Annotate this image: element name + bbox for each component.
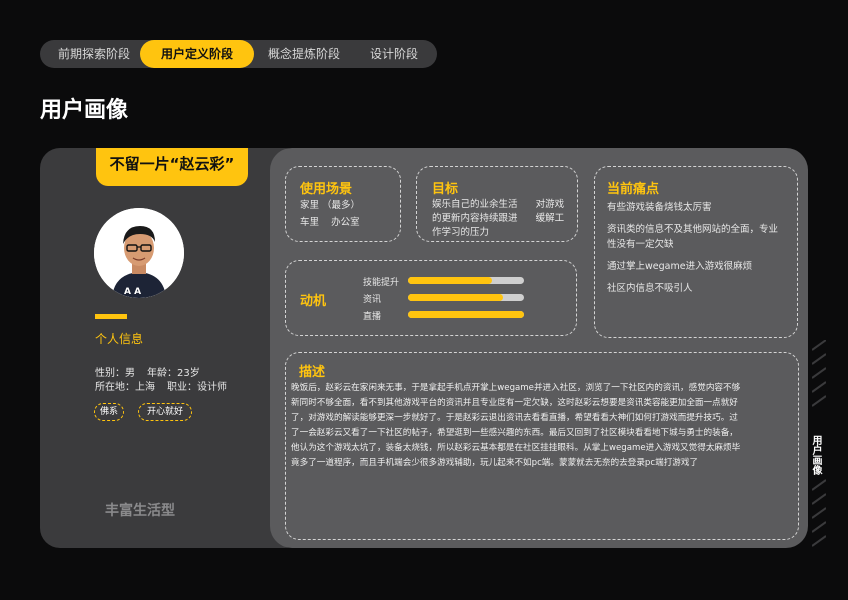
scenario-title: 使用场景 bbox=[300, 182, 353, 197]
tab-phase-concept[interactable]: 概念提炼阶段 bbox=[254, 40, 354, 68]
goal-line: 的更新内容持续跟进 缓解工 bbox=[432, 213, 565, 224]
pain-point-item: 资讯类的信息不及其他网站的全面，专业性没有一定欠缺 bbox=[607, 224, 779, 250]
gender-info: 性别：男 bbox=[95, 368, 135, 379]
description-line: 晚饭后，赵彩云在家闲来无事，于是拿起手机点开掌上wegame并进入社区，浏览了一… bbox=[291, 383, 741, 393]
tab-phase-explore[interactable]: 前期探索阶段 bbox=[48, 40, 140, 68]
description-line: 了一会赵彩云又看了一下社区的帖子，希望逛到一些感兴趣的东西。最后又回到了社区模块… bbox=[291, 428, 738, 438]
description-line: 竟多了一道程序，而且手机端会少很多游戏辅助，玩儿起来不如pc端。蒙蒙就去无奈的去… bbox=[291, 458, 699, 468]
motivation-bar-track bbox=[408, 311, 524, 318]
motivation-bar-track bbox=[408, 294, 524, 301]
motivation-bar-track bbox=[408, 277, 524, 284]
motivation-title: 动机 bbox=[300, 294, 327, 309]
description-line: 了，对游戏的解读能够更深一步就好了。于是赵彩云退出资讯去看看直播，希望看看大神们… bbox=[291, 413, 738, 423]
persona-panel bbox=[40, 148, 305, 548]
motivation-bar-fill bbox=[408, 294, 504, 301]
page-title: 用户画像 bbox=[40, 98, 129, 123]
goal-line: 作学习的压力 bbox=[432, 227, 490, 238]
motivation-bar-fill bbox=[408, 311, 524, 318]
job-info: 职业：设计师 bbox=[167, 382, 227, 393]
personal-info-label: 个人信息 bbox=[95, 332, 144, 346]
svg-text:A A: A A bbox=[124, 287, 141, 297]
age-info: 年龄：23岁 bbox=[147, 368, 200, 379]
motivation-bar-label: 直播 bbox=[363, 312, 382, 322]
pain-points-title: 当前痛点 bbox=[607, 182, 660, 197]
goal-title: 目标 bbox=[432, 182, 459, 197]
scenario-line: 家里 （最多） bbox=[300, 200, 361, 211]
side-tab: 用户画像 bbox=[810, 435, 821, 475]
description-line: 他认为这个游戏太坑了，装备太烧钱，所以赵彩云基本都是在社区挂挂眼科。从掌上weg… bbox=[291, 443, 741, 453]
tab-phase-define[interactable]: 用户定义阶段 bbox=[140, 40, 254, 68]
persona-tag: 开心就好 bbox=[138, 403, 192, 421]
pain-point-item: 有些游戏装备烧钱太厉害 bbox=[607, 202, 712, 213]
location-info: 所在地：上海 bbox=[95, 382, 155, 393]
section-marker bbox=[95, 314, 127, 319]
avatar: A A bbox=[94, 208, 184, 298]
lifestyle-label: 丰富生活型 bbox=[105, 503, 175, 519]
persona-tagline: 不留一片“赵云彩” bbox=[96, 148, 248, 186]
person-photo-icon: A A bbox=[94, 208, 184, 298]
goal-line: 娱乐自己的业余生活 对游戏 bbox=[432, 199, 565, 210]
phase-nav: 前期探索阶段 用户定义阶段 概念提炼阶段 设计阶段 bbox=[40, 40, 437, 68]
persona-tag: 佛系 bbox=[94, 403, 124, 421]
tab-phase-design[interactable]: 设计阶段 bbox=[354, 40, 434, 68]
description-line: 新同时不够全面，看不到其他游戏平台的资讯并且专业度有一定欠缺，这时赵彩云想要是资… bbox=[291, 398, 738, 408]
pain-point-item: 通过掌上wegame进入游戏很麻烦 bbox=[607, 261, 753, 272]
motivation-bar-fill bbox=[408, 277, 492, 284]
scenario-line: 车里 办公室 bbox=[300, 217, 360, 228]
motivation-bar-label: 资讯 bbox=[363, 295, 382, 305]
pain-point-item: 社区内信息不吸引人 bbox=[607, 283, 693, 294]
motivation-bar-label: 技能提升 bbox=[363, 278, 400, 288]
description-title: 描述 bbox=[299, 365, 326, 380]
